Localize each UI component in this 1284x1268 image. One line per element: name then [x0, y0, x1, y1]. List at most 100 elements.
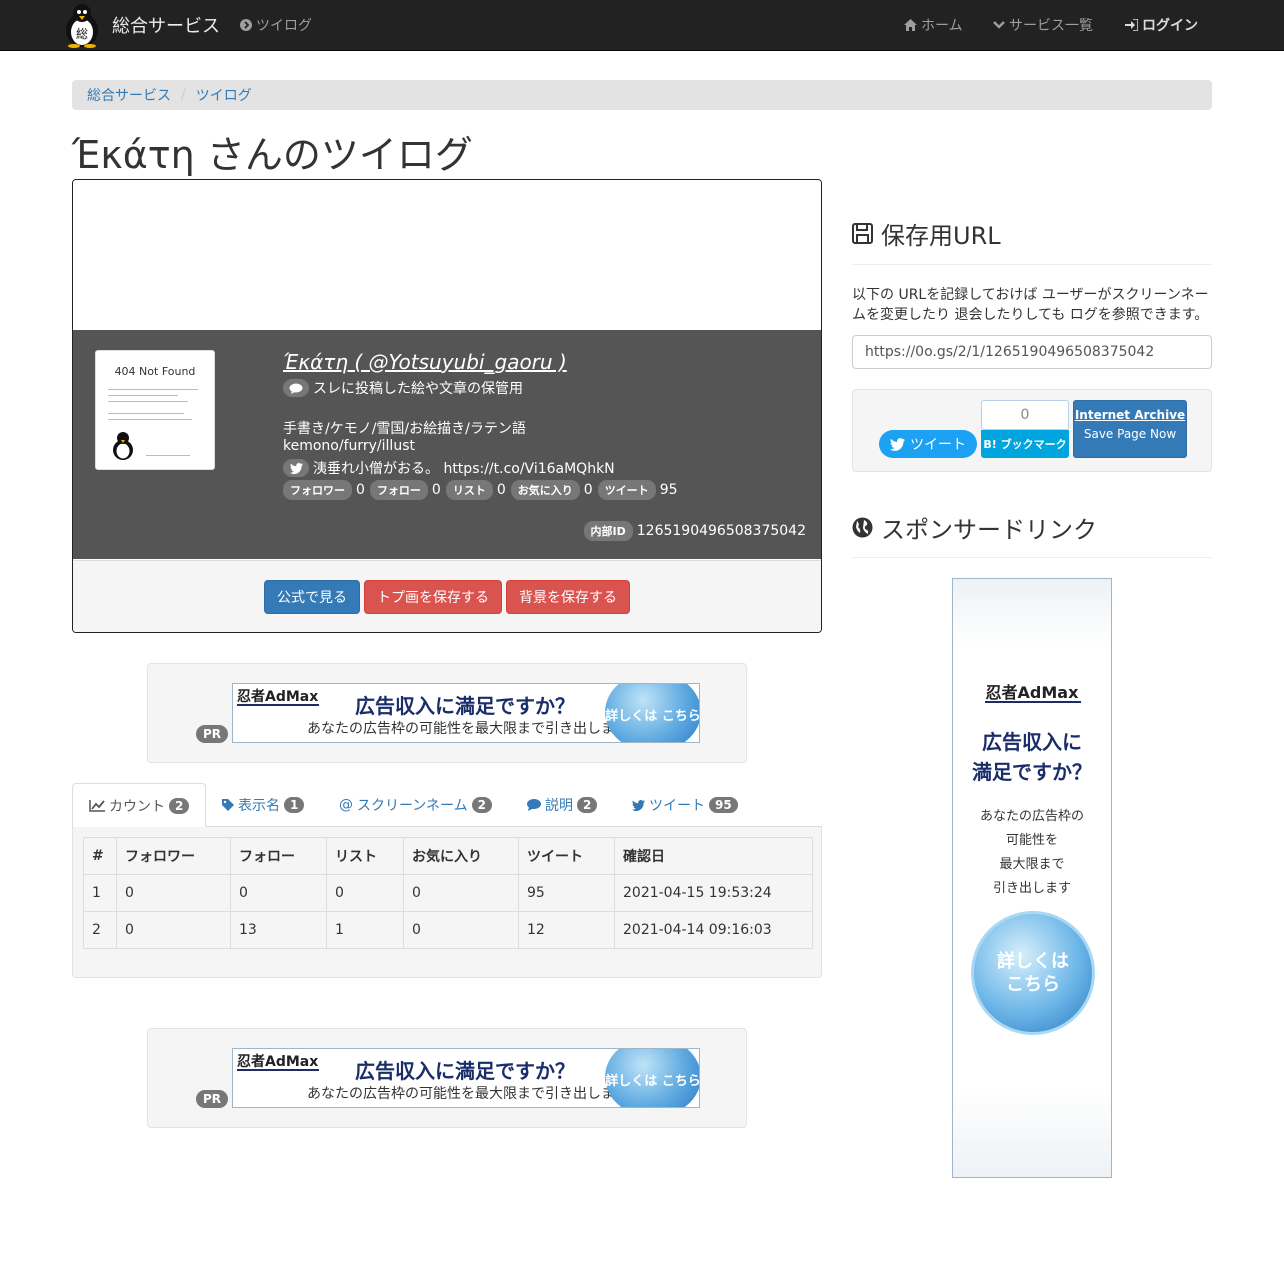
tab-tweets[interactable]: ツイート 95: [616, 783, 754, 827]
tab-description[interactable]: 説明 2: [511, 783, 613, 827]
share-panel: ツイート 0 B! ブックマーク Internet Archive Save P…: [852, 389, 1212, 472]
table-cell: 0: [403, 874, 519, 912]
ad-cta: 詳しくは こちら: [605, 1049, 699, 1107]
tab-screen-name-badge: 2: [471, 797, 492, 813]
ad-subtext: あなたの広告枠の可能性を最大限まで引き出します: [307, 1086, 629, 1102]
table-cell: 2021-04-14 09:16:03: [614, 911, 813, 949]
brand-link[interactable]: 総 総合サービス: [60, 0, 220, 50]
divider: [852, 264, 1212, 265]
col-checked-date: 確認日: [614, 837, 813, 875]
ad-well-bottom: 忍者AdMax 広告収入に満足ですか？ あなたの広告枠の可能性を最大限まで引き出…: [147, 1028, 747, 1128]
ad-headline: 広告収入に満足ですか？: [355, 1059, 575, 1083]
divider: [852, 557, 1212, 558]
hatena-bookmark-button[interactable]: B! ブックマーク: [981, 430, 1069, 458]
profile-card: 404 Not Found Έκάτη ( @Yotsuyubi_gaoru )…: [72, 179, 822, 633]
followers-label: フォロワー: [283, 480, 352, 500]
favorites-count: 0: [583, 482, 593, 498]
profile-stats: フォロワー 0 フォロー 0 リスト 0 お気に入り 0 ツイート 95: [283, 480, 683, 500]
nav-home[interactable]: ホーム: [904, 0, 963, 50]
breadcrumb: 総合サービス / ツイログ: [72, 80, 1212, 110]
tab-screen-name[interactable]: @ スクリーンネーム 2: [323, 783, 508, 827]
profile-name-link[interactable]: Έκάτη ( @Yotsuyubi_gaoru ): [283, 350, 567, 374]
nav-tsuilog-label: ツイログ: [256, 18, 312, 34]
profile-info-panel: 404 Not Found Έκάτη ( @Yotsuyubi_gaoru )…: [73, 330, 821, 559]
table-cell: 0: [326, 874, 404, 912]
save-url-heading: 保存用URL: [852, 216, 1001, 251]
save-url-title: 保存用URL: [881, 222, 1001, 250]
table-row: 1 0 0 0 0 95 2021-04-15 19:53:24: [83, 874, 813, 912]
tab-count[interactable]: カウント 2: [72, 783, 207, 828]
nav-login[interactable]: ログイン: [1125, 0, 1198, 50]
nav-tsuilog[interactable]: ツイログ: [240, 0, 312, 50]
archive-title: Internet Archive: [1074, 408, 1186, 422]
twitter-icon: [890, 437, 905, 451]
breadcrumb-item-home[interactable]: 総合サービス: [87, 85, 171, 105]
sponsor-title: スポンサードリンク: [881, 516, 1097, 544]
globe-icon: [852, 517, 873, 538]
floppy-disk-icon: [852, 223, 873, 244]
profile-actions: 公式で見る トプ画を保存する 背景を保存する: [73, 560, 821, 632]
side-ad-cta: 詳しくは こちら: [971, 911, 1095, 1035]
following-label: フォロー: [369, 480, 428, 500]
lists-label: リスト: [445, 480, 493, 500]
save-url-input[interactable]: https://0o.gs/2/1/1265190496508375042: [852, 335, 1212, 369]
comment-icon: [283, 379, 309, 397]
table-cell: 0: [116, 874, 231, 912]
save-avatar-button[interactable]: トプ画を保存する: [364, 580, 502, 614]
history-tabs: カウント 2 表示名 1 @ スクリーンネーム 2 説明 2 ツイート 95: [72, 783, 822, 828]
save-background-button[interactable]: 背景を保存する: [506, 580, 630, 614]
brand-name: 総合サービス: [112, 16, 220, 37]
ad-well-top: 忍者AdMax 広告収入に満足ですか？ あなたの広告枠の可能性を最大限まで引き出…: [147, 663, 747, 763]
following-count: 0: [431, 482, 441, 498]
count-table: # フォロワー フォロー リスト お気に入り ツイート 確認日 1 0 0 0 …: [83, 837, 813, 949]
table-cell: 2: [83, 911, 117, 949]
internal-id-label: 内部ID: [583, 521, 633, 541]
ad-brand: 忍者AdMax: [237, 689, 319, 705]
avatar-not-found-text: 404 Not Found: [114, 365, 196, 378]
chevron-down-icon: [993, 20, 1005, 30]
table-cell: 0: [403, 911, 519, 949]
side-ad-banner[interactable]: 忍者AdMax 広告収入に 満足ですか？ あなたの広告枠の 可能性を 最大限まで…: [952, 578, 1112, 1178]
view-official-button[interactable]: 公式で見る: [264, 580, 360, 614]
breadcrumb-separator: /: [181, 87, 186, 103]
twitter-icon: [283, 459, 309, 477]
save-url-description: 以下の URLを記録しておけば ユーザーがスクリーンネームを変更したり 退会した…: [852, 287, 1209, 323]
side-ad-headline: 広告収入に 満足ですか？: [972, 730, 1092, 784]
page-title: Έκάτη さんのツイログ: [72, 133, 473, 177]
nav-services[interactable]: サービス一覧: [993, 0, 1093, 50]
bio-line-2: 手書き/ケモノ/雪国/お絵描き/ラテン語: [283, 421, 526, 437]
breadcrumb-item-tsuilog[interactable]: ツイログ: [196, 85, 252, 105]
followers-count: 0: [356, 482, 365, 498]
table-cell: 2021-04-15 19:53:24: [614, 874, 813, 912]
bio-text-1: スレに投稿した絵や文章の保管用: [313, 381, 523, 397]
ad-banner[interactable]: 忍者AdMax 広告収入に満足ですか？ あなたの広告枠の可能性を最大限まで引き出…: [232, 683, 700, 743]
table-cell: 12: [518, 911, 615, 949]
tag-icon: [222, 799, 234, 811]
nav-home-label: ホーム: [921, 18, 963, 34]
home-icon: [904, 19, 917, 31]
table-cell: 95: [518, 874, 615, 912]
col-tweets: ツイート: [518, 837, 615, 875]
nav-services-label: サービス一覧: [1009, 18, 1093, 34]
svg-text:総: 総: [76, 27, 88, 41]
table-row: 2 0 13 1 0 12 2021-04-14 09:16:03: [83, 911, 813, 949]
hatena-bookmark-count: 0: [981, 400, 1069, 430]
tweet-share-label: ツイート: [910, 437, 966, 453]
sponsor-heading: スポンサードリンク: [852, 510, 1097, 545]
bio-line-3: kemono/furry/illust: [283, 438, 415, 454]
tweets-label: ツイート: [597, 480, 656, 500]
tweet-share-button[interactable]: ツイート: [879, 430, 977, 458]
ad-banner[interactable]: 忍者AdMax 広告収入に満足ですか？ あなたの広告枠の可能性を最大限まで引き出…: [232, 1048, 700, 1108]
tab-display-name[interactable]: 表示名 1: [206, 783, 320, 827]
tab-count-label: カウント: [109, 798, 165, 815]
tab-tweets-label: ツイート: [649, 798, 705, 814]
table-cell: 13: [230, 911, 327, 949]
col-lists: リスト: [326, 837, 404, 875]
chevron-circle-right-icon: [240, 19, 252, 31]
internal-id-value: 1265190496508375042: [636, 523, 806, 539]
favorites-label: お気に入り: [510, 480, 580, 500]
login-icon: [1125, 19, 1138, 31]
count-table-panel: # フォロワー フォロー リスト お気に入り ツイート 確認日 1 0 0 0 …: [72, 827, 822, 978]
table-cell: 1: [326, 911, 404, 949]
internet-archive-button[interactable]: Internet Archive Save Page Now: [1073, 400, 1187, 458]
